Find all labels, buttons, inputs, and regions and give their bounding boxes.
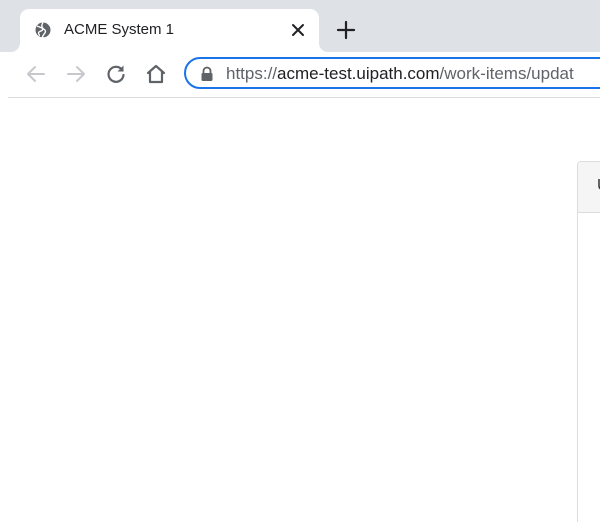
lock-icon	[201, 66, 213, 81]
url-path: /work-items/updat	[439, 64, 574, 83]
tab-acme-system-1[interactable]: ACME System 1	[20, 9, 319, 52]
back-button[interactable]	[24, 62, 48, 86]
new-tab-button[interactable]	[336, 20, 356, 40]
home-button[interactable]	[144, 62, 168, 86]
close-icon[interactable]	[290, 22, 306, 38]
panel-header: U	[578, 162, 600, 213]
reload-button[interactable]	[104, 62, 128, 86]
page-content: U	[0, 98, 600, 522]
forward-button[interactable]	[64, 62, 88, 86]
address-bar[interactable]: https://acme-test.uipath.com/work-items/…	[184, 57, 600, 89]
tab-title: ACME System 1	[64, 21, 175, 38]
content-panel: U	[577, 161, 600, 522]
browser-toolbar: https://acme-test.uipath.com/work-items/…	[0, 52, 600, 97]
tab-strip: ACME System 1	[0, 0, 600, 52]
browser-window: ACME System 1 https://acme-test.uipath.c…	[0, 0, 600, 522]
url-input[interactable]: https://acme-test.uipath.com/work-items/…	[226, 62, 600, 86]
globe-icon	[35, 22, 51, 39]
url-host: acme-test.uipath.com	[277, 64, 440, 83]
url-scheme: https://	[226, 64, 278, 83]
